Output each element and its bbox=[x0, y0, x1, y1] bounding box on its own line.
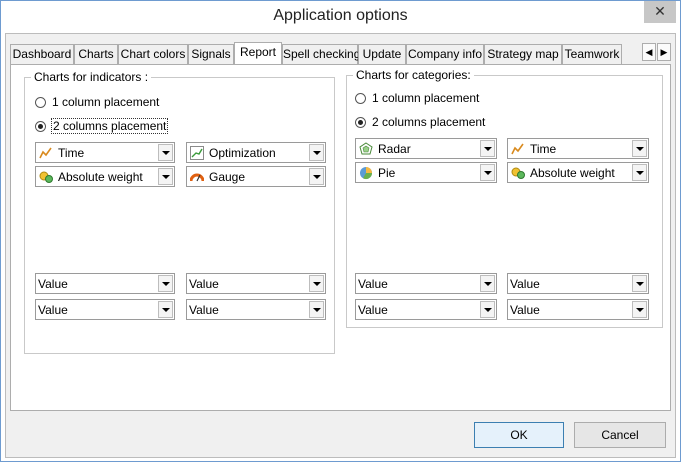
indicators-radio-1-column[interactable]: 1 column placement bbox=[35, 94, 159, 110]
tab-chart-colors[interactable]: Chart colors bbox=[118, 44, 188, 64]
combo-value: Value bbox=[189, 276, 219, 291]
indicators-chart-select-1[interactable]: Time bbox=[35, 142, 175, 163]
weight-icon bbox=[38, 169, 54, 185]
combo-value: Time bbox=[58, 145, 85, 160]
categories-chart-select-1[interactable]: Radar bbox=[355, 138, 497, 159]
line-chart-icon bbox=[510, 141, 526, 157]
line-chart-icon bbox=[38, 145, 54, 161]
chevron-down-icon[interactable] bbox=[480, 301, 495, 318]
categories-radio-2-columns[interactable]: 2 columns placement bbox=[355, 114, 485, 130]
combo-value: Pie bbox=[378, 165, 396, 180]
categories-chart-select-2[interactable]: Time bbox=[507, 138, 649, 159]
categories-chart-select-4[interactable]: Absolute weight bbox=[507, 162, 649, 183]
chevron-down-icon[interactable] bbox=[309, 301, 324, 318]
categories-group: Charts for categories: 1 column placemen… bbox=[346, 68, 663, 328]
tab-company-info[interactable]: Company info bbox=[406, 44, 484, 64]
indicators-value-select-2[interactable]: Value bbox=[186, 273, 326, 294]
categories-value-select-1[interactable]: Value bbox=[355, 273, 497, 294]
chevron-down-icon[interactable] bbox=[158, 144, 173, 161]
tab-report[interactable]: Report bbox=[234, 42, 282, 64]
chevron-down-icon[interactable] bbox=[480, 140, 495, 157]
cancel-button[interactable]: Cancel bbox=[574, 422, 666, 448]
combo-value: Optimization bbox=[209, 145, 276, 160]
tab-signals[interactable]: Signals bbox=[188, 44, 234, 64]
chevron-down-icon[interactable] bbox=[309, 168, 324, 185]
indicators-group-title: Charts for indicators : bbox=[31, 70, 152, 84]
chevron-down-icon[interactable] bbox=[158, 301, 173, 318]
chevron-down-icon[interactable] bbox=[632, 275, 647, 292]
indicators-value-select-4[interactable]: Value bbox=[186, 299, 326, 320]
chevron-down-icon[interactable] bbox=[632, 140, 647, 157]
tab-update[interactable]: Update bbox=[358, 44, 406, 64]
combo-value: Absolute weight bbox=[530, 165, 615, 180]
indicators-radio-2-columns[interactable]: 2 columns placement bbox=[35, 118, 169, 134]
indicators-chart-select-3[interactable]: Absolute weight bbox=[35, 166, 175, 187]
close-button[interactable]: ✕ bbox=[644, 1, 676, 23]
categories-value-select-4[interactable]: Value bbox=[507, 299, 649, 320]
indicators-value-select-1[interactable]: Value bbox=[35, 273, 175, 294]
tab-teamwork[interactable]: Teamwork bbox=[562, 44, 622, 64]
tab-spell-checking[interactable]: Spell checking bbox=[282, 44, 360, 64]
chevron-down-icon[interactable] bbox=[632, 164, 647, 181]
indicators-radio-1-label: 1 column placement bbox=[52, 95, 160, 109]
chevron-down-icon[interactable] bbox=[158, 168, 173, 185]
categories-chart-select-3[interactable]: Pie bbox=[355, 162, 497, 183]
dialog-client-area: Dashboard Charts Chart colors Signals Re… bbox=[5, 33, 676, 458]
indicators-group: Charts for indicators : 1 column placeme… bbox=[24, 70, 335, 354]
tab-scroll-left-button[interactable]: ◀ bbox=[642, 43, 656, 61]
chevron-down-icon[interactable] bbox=[309, 144, 324, 161]
chevron-down-icon[interactable] bbox=[158, 275, 173, 292]
report-tab-panel: Charts for indicators : 1 column placeme… bbox=[10, 64, 671, 411]
indicators-radio-2-label: 2 columns placement bbox=[50, 118, 169, 134]
combo-value: Value bbox=[358, 276, 388, 291]
categories-radio-2-label: 2 columns placement bbox=[372, 115, 486, 129]
radio-button-selected bbox=[355, 116, 366, 128]
indicators-value-select-3[interactable]: Value bbox=[35, 299, 175, 320]
categories-value-select-2[interactable]: Value bbox=[507, 273, 649, 294]
weight-icon bbox=[510, 165, 526, 181]
title-bar: Application options ✕ bbox=[1, 1, 680, 33]
chevron-down-icon[interactable] bbox=[480, 164, 495, 181]
tab-strategy-map[interactable]: Strategy map bbox=[484, 44, 562, 64]
radio-button-unselected bbox=[355, 92, 366, 104]
pie-chart-icon bbox=[358, 165, 374, 181]
combo-value: Radar bbox=[378, 141, 411, 156]
combo-value: Absolute weight bbox=[58, 169, 143, 184]
combo-value: Value bbox=[510, 302, 540, 317]
chevron-down-icon[interactable] bbox=[480, 275, 495, 292]
combo-value: Value bbox=[189, 302, 219, 317]
tab-charts[interactable]: Charts bbox=[74, 44, 118, 64]
categories-radio-1-label: 1 column placement bbox=[372, 91, 480, 105]
categories-value-select-3[interactable]: Value bbox=[355, 299, 497, 320]
tab-scroll-right-button[interactable]: ▶ bbox=[657, 43, 671, 61]
chevron-down-icon[interactable] bbox=[632, 301, 647, 318]
gauge-icon bbox=[189, 169, 205, 185]
categories-group-title: Charts for categories: bbox=[353, 68, 474, 82]
indicators-chart-select-2[interactable]: Optimization bbox=[186, 142, 326, 163]
optimization-chart-icon bbox=[189, 145, 205, 161]
combo-value: Value bbox=[358, 302, 388, 317]
combo-value: Time bbox=[530, 141, 557, 156]
chevron-down-icon[interactable] bbox=[309, 275, 324, 292]
combo-value: Value bbox=[38, 302, 68, 317]
combo-value: Value bbox=[510, 276, 540, 291]
combo-value: Gauge bbox=[209, 169, 246, 184]
radar-icon bbox=[358, 141, 374, 157]
radio-button-unselected bbox=[35, 96, 46, 108]
categories-radio-1-column[interactable]: 1 column placement bbox=[355, 90, 479, 106]
combo-value: Value bbox=[38, 276, 68, 291]
window-title: Application options bbox=[273, 7, 408, 24]
application-options-window: Application options ✕ Dashboard Charts C… bbox=[0, 0, 681, 462]
ok-button[interactable]: OK bbox=[474, 422, 564, 448]
tab-dashboard[interactable]: Dashboard bbox=[10, 44, 74, 64]
tab-strip: Dashboard Charts Chart colors Signals Re… bbox=[10, 42, 646, 64]
radio-button-selected bbox=[35, 120, 46, 132]
indicators-chart-select-4[interactable]: Gauge bbox=[186, 166, 326, 187]
